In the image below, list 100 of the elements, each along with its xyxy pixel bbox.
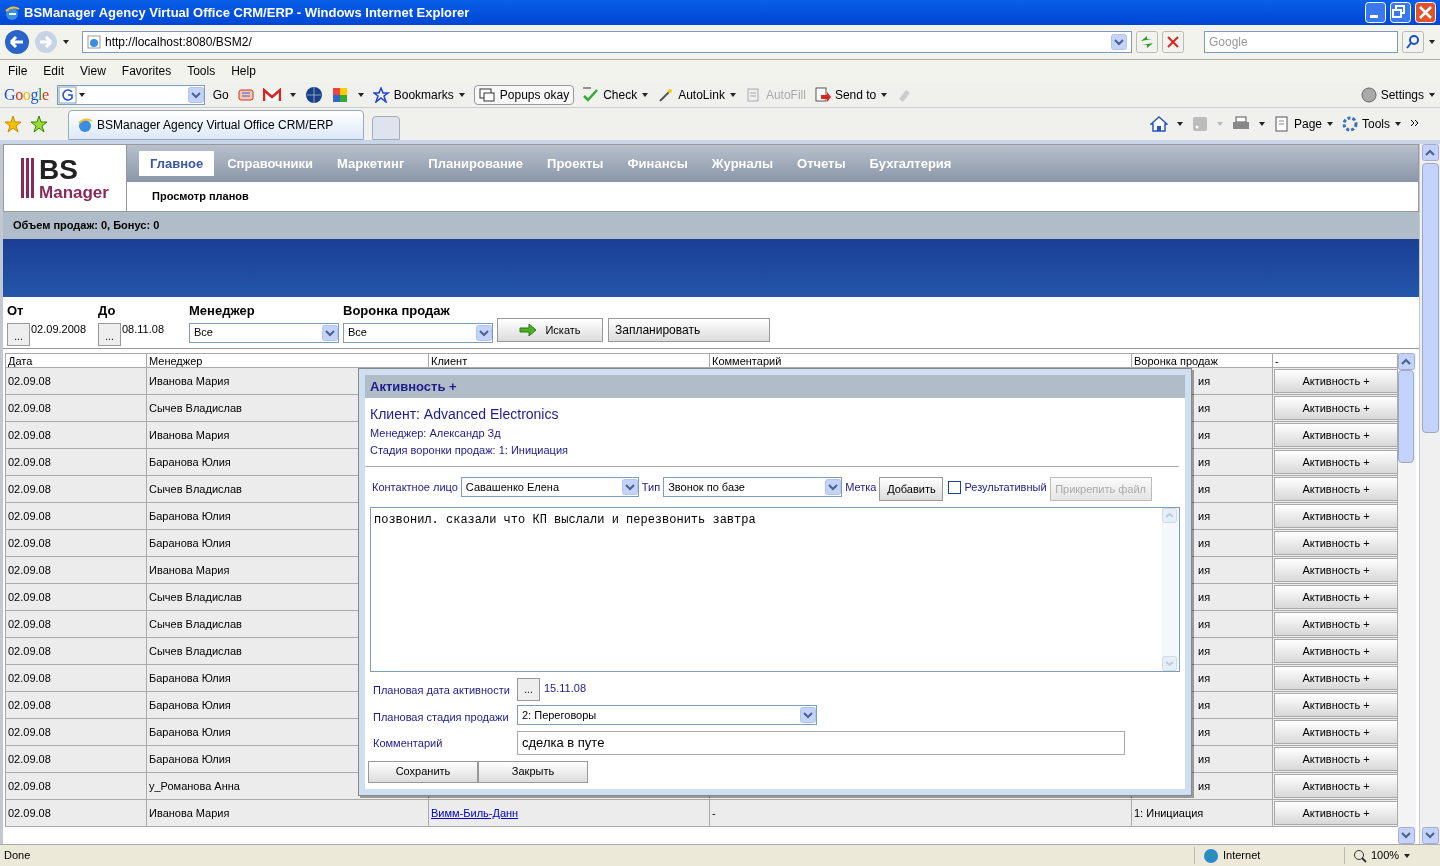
address-field[interactable]: http://localhost:8080/BSM2/ xyxy=(82,31,1132,53)
status-text: Done xyxy=(3,848,32,864)
dropdown[interactable]: Савашенко Елена xyxy=(460,477,639,497)
table-scrollbar[interactable] xyxy=(1398,353,1416,844)
back-icon[interactable] xyxy=(4,29,30,55)
save-button[interactable]: Сохранить xyxy=(368,760,478,783)
mail-icon[interactable] xyxy=(262,87,281,102)
window-title: BSManager Agency Virtual Office CRM/ERP - Windows Internet Explorer xyxy=(24,3,471,22)
activity-button[interactable]: Активность + xyxy=(1274,477,1398,501)
activity-button[interactable]: Активность + xyxy=(1274,639,1398,663)
activity-button[interactable]: Активность + xyxy=(1274,747,1398,771)
date-picker-button[interactable]: ... xyxy=(7,322,30,346)
toolbar-logo: Google xyxy=(4,84,49,106)
client-link[interactable]: Вимм-Биль-Данн xyxy=(431,804,519,822)
caret-icon[interactable] xyxy=(1257,120,1266,128)
dropdown[interactable]: Все xyxy=(343,322,493,343)
home-icon[interactable] xyxy=(1149,115,1168,133)
nav-tab[interactable]: Главное xyxy=(139,150,215,177)
toolbar-button[interactable]: Popups okay xyxy=(473,84,575,105)
printer-icon[interactable] xyxy=(1231,116,1250,132)
activity-button[interactable]: Активность + xyxy=(1274,531,1398,555)
activity-button[interactable]: Активность + xyxy=(1274,666,1398,690)
plan-button[interactable]: Запланировать xyxy=(608,318,770,342)
menu-item[interactable]: Help xyxy=(231,62,256,80)
menu-item[interactable]: Tools xyxy=(187,62,216,80)
add-button[interactable]: Добавить xyxy=(879,477,944,501)
comment-field[interactable]: сделка в путе xyxy=(517,730,1125,755)
scroll-down-icon[interactable] xyxy=(1398,827,1415,844)
search-field[interactable]: Google xyxy=(1204,31,1398,53)
gear-icon xyxy=(1360,86,1377,103)
send-page-icon xyxy=(813,86,831,103)
subnav-link[interactable]: Просмотр планов xyxy=(152,188,249,205)
dropdown[interactable]: Звонок по базе xyxy=(663,477,843,497)
dropdown[interactable]: 2: Переговоры xyxy=(517,705,817,725)
page-scrollbar[interactable] xyxy=(1420,144,1440,844)
settings-button[interactable]: Settings xyxy=(1360,85,1436,104)
activity-button[interactable]: Активность + xyxy=(1274,504,1398,528)
zoom-button[interactable]: 100% xyxy=(1344,847,1440,864)
stop-icon[interactable] xyxy=(1162,31,1184,53)
scroll-down-icon[interactable] xyxy=(1421,827,1439,844)
table-cell-text: 02.09.08 xyxy=(8,589,51,605)
caret-icon[interactable] xyxy=(1428,38,1436,46)
table-cell-text: Баранова Юлия xyxy=(149,670,231,686)
puzzle-icon[interactable] xyxy=(330,85,349,104)
scroll-up-icon[interactable] xyxy=(1421,144,1439,161)
date-picker-button[interactable]: ... xyxy=(517,678,540,701)
textarea-scrollbar[interactable] xyxy=(1162,508,1179,671)
google-search-field[interactable] xyxy=(56,84,205,105)
page-edit-icon xyxy=(1273,116,1290,132)
menu-button[interactable]: Send to xyxy=(813,85,889,104)
refresh-icon[interactable] xyxy=(1136,31,1158,53)
caret-icon[interactable] xyxy=(62,38,70,46)
restore-icon[interactable] xyxy=(1390,2,1411,23)
add-favorite-icon[interactable] xyxy=(30,115,48,133)
activity-button[interactable]: Активность + xyxy=(1274,612,1398,636)
menu-button[interactable]: Bookmarks xyxy=(372,85,466,104)
search-icon[interactable] xyxy=(1402,31,1424,53)
news-icon[interactable] xyxy=(236,86,255,103)
table-cell-text: Иванова Мария xyxy=(149,427,230,443)
activity-button[interactable]: Активность + xyxy=(1274,801,1398,825)
scroll-thumb[interactable] xyxy=(1421,163,1439,433)
menu-button[interactable]: Tools xyxy=(1342,115,1402,133)
favorites-star-icon[interactable] xyxy=(4,115,22,133)
scroll-up-icon[interactable] xyxy=(1398,353,1415,370)
caret-icon[interactable] xyxy=(356,90,365,99)
menu-item[interactable]: Favorites xyxy=(121,62,172,80)
date-picker-button[interactable]: ... xyxy=(98,322,121,346)
table-cell-text: ия xyxy=(1198,373,1211,389)
browser-tab[interactable]: BSManager Agency Virtual Office CRM/ERP xyxy=(68,110,364,140)
chevron-icon[interactable] xyxy=(1410,119,1420,129)
activity-button[interactable]: Активность + xyxy=(1274,396,1398,420)
minimize-icon[interactable] xyxy=(1365,2,1386,23)
search-button[interactable]: Искать xyxy=(497,318,603,342)
activity-button[interactable]: Активность + xyxy=(1274,450,1398,474)
activity-button[interactable]: Активность + xyxy=(1274,585,1398,609)
dropdown[interactable]: Все xyxy=(189,322,339,343)
manager-text: Менеджер: Александр Зд xyxy=(370,426,502,441)
close-button[interactable]: Закрыть xyxy=(478,760,588,783)
menu-button[interactable]: Page xyxy=(1273,115,1334,133)
menu-item[interactable]: Edit xyxy=(43,62,65,80)
table-cell-text: Баранова Юлия xyxy=(149,535,231,551)
menu-item[interactable]: View xyxy=(80,62,106,80)
checkbox-label: Результативный xyxy=(964,480,1047,495)
globe-icon[interactable] xyxy=(304,85,323,104)
toolbar-button[interactable]: AutoLink xyxy=(657,85,737,104)
toolbar-button[interactable]: Check xyxy=(582,85,650,104)
caret-icon[interactable] xyxy=(288,90,297,99)
checkbox[interactable] xyxy=(948,480,962,494)
activity-button[interactable]: Активность + xyxy=(1274,558,1398,582)
activity-button[interactable]: Активность + xyxy=(1274,423,1398,447)
caret-icon[interactable] xyxy=(1175,120,1184,128)
go-button[interactable]: Go xyxy=(212,85,229,104)
menu-item[interactable]: File xyxy=(8,62,28,80)
activity-button[interactable]: Активность + xyxy=(1274,774,1398,798)
activity-button[interactable]: Активность + xyxy=(1274,693,1398,717)
activity-button[interactable]: Активность + xyxy=(1274,369,1398,393)
close-icon[interactable] xyxy=(1415,2,1436,23)
scroll-thumb[interactable] xyxy=(1398,370,1414,463)
google-icon[interactable] xyxy=(57,85,88,104)
activity-button[interactable]: Активность + xyxy=(1274,720,1398,744)
